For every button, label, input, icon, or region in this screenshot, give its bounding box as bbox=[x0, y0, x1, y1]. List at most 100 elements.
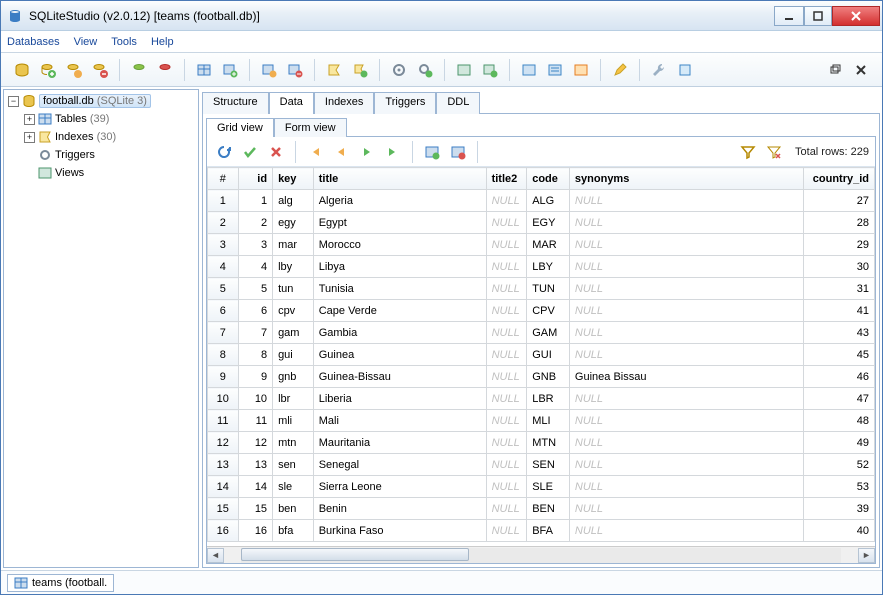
cell[interactable]: NULL bbox=[486, 300, 527, 322]
cell[interactable]: NULL bbox=[486, 278, 527, 300]
table-row[interactable]: 88guiGuineaNULLGUINULL45 bbox=[208, 344, 875, 366]
cell[interactable]: 28 bbox=[803, 212, 874, 234]
cell[interactable]: NULL bbox=[486, 498, 527, 520]
row-header[interactable]: 16 bbox=[208, 520, 239, 542]
cell[interactable]: 12 bbox=[238, 432, 273, 454]
maximize-button[interactable] bbox=[804, 6, 832, 26]
cell[interactable]: Benin bbox=[313, 498, 486, 520]
table-row[interactable]: 22egyEgyptNULLEGYNULL28 bbox=[208, 212, 875, 234]
table-row[interactable]: 1414sleSierra LeoneNULLSLENULL53 bbox=[208, 476, 875, 498]
restore-window-icon[interactable] bbox=[824, 59, 846, 81]
cell[interactable]: Mauritania bbox=[313, 432, 486, 454]
cell[interactable]: BFA bbox=[527, 520, 570, 542]
cell[interactable]: 5 bbox=[238, 278, 273, 300]
wrench-icon[interactable] bbox=[648, 59, 670, 81]
cell[interactable]: NULL bbox=[486, 366, 527, 388]
cell[interactable]: GUI bbox=[527, 344, 570, 366]
table-row[interactable]: 99gnbGuinea-BissauNULLGNBGuinea Bissau46 bbox=[208, 366, 875, 388]
cell[interactable]: 46 bbox=[803, 366, 874, 388]
cell[interactable]: LBY bbox=[527, 256, 570, 278]
cell[interactable]: NULL bbox=[486, 190, 527, 212]
triggers-node[interactable]: Triggers bbox=[55, 149, 95, 161]
cell[interactable]: NULL bbox=[569, 344, 803, 366]
col-key[interactable]: key bbox=[273, 168, 314, 190]
cell[interactable]: 52 bbox=[803, 454, 874, 476]
cell[interactable]: 14 bbox=[238, 476, 273, 498]
expand-icon[interactable]: + bbox=[24, 114, 35, 125]
prev-page-icon[interactable] bbox=[330, 141, 352, 163]
cell[interactable]: Algeria bbox=[313, 190, 486, 212]
cell[interactable]: NULL bbox=[569, 498, 803, 520]
cell[interactable]: 48 bbox=[803, 410, 874, 432]
db-convert-icon[interactable] bbox=[154, 59, 176, 81]
tab-data[interactable]: Data bbox=[269, 92, 314, 114]
cell[interactable]: SEN bbox=[527, 454, 570, 476]
last-page-icon[interactable] bbox=[382, 141, 404, 163]
cell[interactable]: SLE bbox=[527, 476, 570, 498]
db-edit-icon[interactable] bbox=[63, 59, 85, 81]
cell[interactable]: 9 bbox=[238, 366, 273, 388]
cell[interactable]: NULL bbox=[569, 300, 803, 322]
col-rownum[interactable]: # bbox=[208, 168, 239, 190]
cell[interactable]: 40 bbox=[803, 520, 874, 542]
cell[interactable]: NULL bbox=[569, 454, 803, 476]
col-country-id[interactable]: country_id bbox=[803, 168, 874, 190]
title-bar[interactable]: SQLiteStudio (v2.0.12) [teams (football.… bbox=[1, 1, 882, 31]
rollback-icon[interactable] bbox=[265, 141, 287, 163]
cell[interactable]: 30 bbox=[803, 256, 874, 278]
delete-row-icon[interactable] bbox=[447, 141, 469, 163]
cell[interactable]: NULL bbox=[569, 190, 803, 212]
cell[interactable]: Cape Verde bbox=[313, 300, 486, 322]
col-title[interactable]: title bbox=[313, 168, 486, 190]
cell[interactable]: NULL bbox=[569, 256, 803, 278]
cell[interactable]: NULL bbox=[569, 322, 803, 344]
row-header[interactable]: 11 bbox=[208, 410, 239, 432]
refresh-icon[interactable] bbox=[213, 141, 235, 163]
cell[interactable]: tun bbox=[273, 278, 314, 300]
table-icon[interactable] bbox=[193, 59, 215, 81]
cell[interactable]: Libya bbox=[313, 256, 486, 278]
cell[interactable]: NULL bbox=[486, 410, 527, 432]
next-page-icon[interactable] bbox=[356, 141, 378, 163]
cell[interactable]: Guinea Bissau bbox=[569, 366, 803, 388]
row-header[interactable]: 10 bbox=[208, 388, 239, 410]
insert-row-icon[interactable] bbox=[421, 141, 443, 163]
table-row[interactable]: 55tunTunisiaNULLTUNNULL31 bbox=[208, 278, 875, 300]
cell[interactable]: NULL bbox=[569, 278, 803, 300]
cell[interactable]: lby bbox=[273, 256, 314, 278]
cell[interactable]: NULL bbox=[569, 476, 803, 498]
cell[interactable]: NULL bbox=[569, 432, 803, 454]
cell[interactable]: TUN bbox=[527, 278, 570, 300]
row-header[interactable]: 6 bbox=[208, 300, 239, 322]
cell[interactable]: NULL bbox=[569, 520, 803, 542]
cell[interactable]: 8 bbox=[238, 344, 273, 366]
cell[interactable]: alg bbox=[273, 190, 314, 212]
table-delete-icon[interactable] bbox=[284, 59, 306, 81]
cell[interactable]: CPV bbox=[527, 300, 570, 322]
first-page-icon[interactable] bbox=[304, 141, 326, 163]
tab-triggers[interactable]: Triggers bbox=[374, 92, 436, 114]
filter-icon[interactable] bbox=[737, 141, 759, 163]
row-header[interactable]: 14 bbox=[208, 476, 239, 498]
collapse-icon[interactable]: − bbox=[8, 96, 19, 107]
cell[interactable]: Morocco bbox=[313, 234, 486, 256]
trigger-icon[interactable] bbox=[388, 59, 410, 81]
table-row[interactable]: 1111mliMaliNULLMLINULL48 bbox=[208, 410, 875, 432]
tab-form-view[interactable]: Form view bbox=[274, 118, 347, 137]
cell[interactable]: ben bbox=[273, 498, 314, 520]
table-row[interactable]: 1010lbrLiberiaNULLLBRNULL47 bbox=[208, 388, 875, 410]
table-row[interactable]: 11algAlgeriaNULLALGNULL27 bbox=[208, 190, 875, 212]
cell[interactable]: cpv bbox=[273, 300, 314, 322]
scroll-track[interactable] bbox=[241, 548, 841, 563]
cell[interactable]: 41 bbox=[803, 300, 874, 322]
tab-structure[interactable]: Structure bbox=[202, 92, 269, 114]
table-row[interactable]: 44lbyLibyaNULLLBYNULL30 bbox=[208, 256, 875, 278]
table-row[interactable]: 66cpvCape VerdeNULLCPVNULL41 bbox=[208, 300, 875, 322]
db-add-icon[interactable] bbox=[37, 59, 59, 81]
db-remove-icon[interactable] bbox=[89, 59, 111, 81]
table-row[interactable]: 1616bfaBurkina FasoNULLBFANULL40 bbox=[208, 520, 875, 542]
cell[interactable]: 11 bbox=[238, 410, 273, 432]
cell[interactable]: 49 bbox=[803, 432, 874, 454]
col-title2[interactable]: title2 bbox=[486, 168, 527, 190]
horizontal-scrollbar[interactable]: ◄ ► bbox=[207, 546, 875, 563]
